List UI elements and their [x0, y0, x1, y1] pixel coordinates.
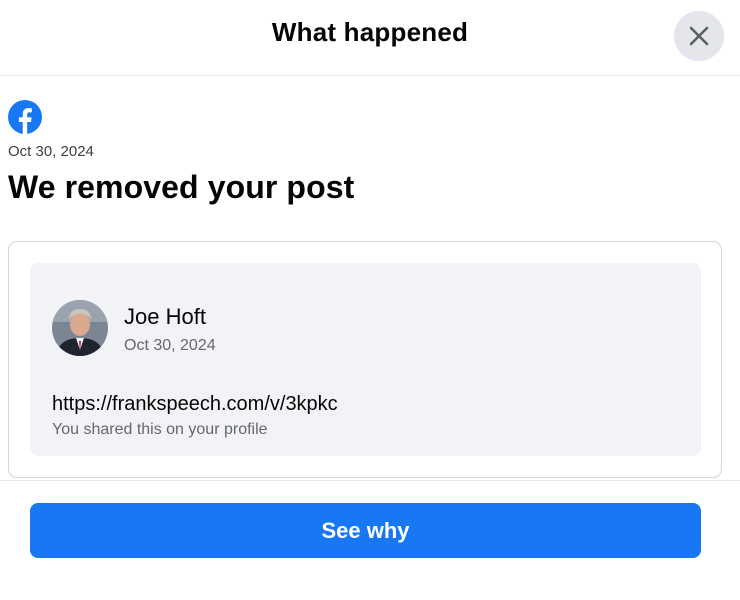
notice-headline: We removed your post — [8, 169, 355, 205]
avatar-image — [52, 300, 108, 356]
removal-dialog: What happened Oct 30, 2024 We removed yo… — [0, 0, 740, 600]
avatar[interactable] — [52, 300, 108, 356]
removed-post-card: Joe Hoft Oct 30, 2024 https://frankspeec… — [8, 241, 722, 478]
see-why-button[interactable]: See why — [30, 503, 701, 558]
notice-section: Oct 30, 2024 We removed your post — [0, 76, 740, 206]
dialog-header: What happened — [0, 0, 740, 76]
post-date: Oct 30, 2024 — [124, 337, 216, 354]
post-link[interactable]: https://frankspeech.com/v/3kpkc — [52, 393, 338, 416]
close-button[interactable] — [674, 11, 724, 61]
post-author-name[interactable]: Joe Hoft — [124, 304, 206, 330]
dialog-title: What happened — [271, 17, 469, 47]
close-icon — [689, 26, 709, 46]
post-share-note: You shared this on your profile — [52, 421, 268, 438]
notice-date: Oct 30, 2024 — [8, 143, 94, 160]
footer-divider — [0, 480, 740, 481]
facebook-logo-icon — [8, 100, 42, 134]
post-preview[interactable]: Joe Hoft Oct 30, 2024 https://frankspeec… — [30, 263, 701, 456]
